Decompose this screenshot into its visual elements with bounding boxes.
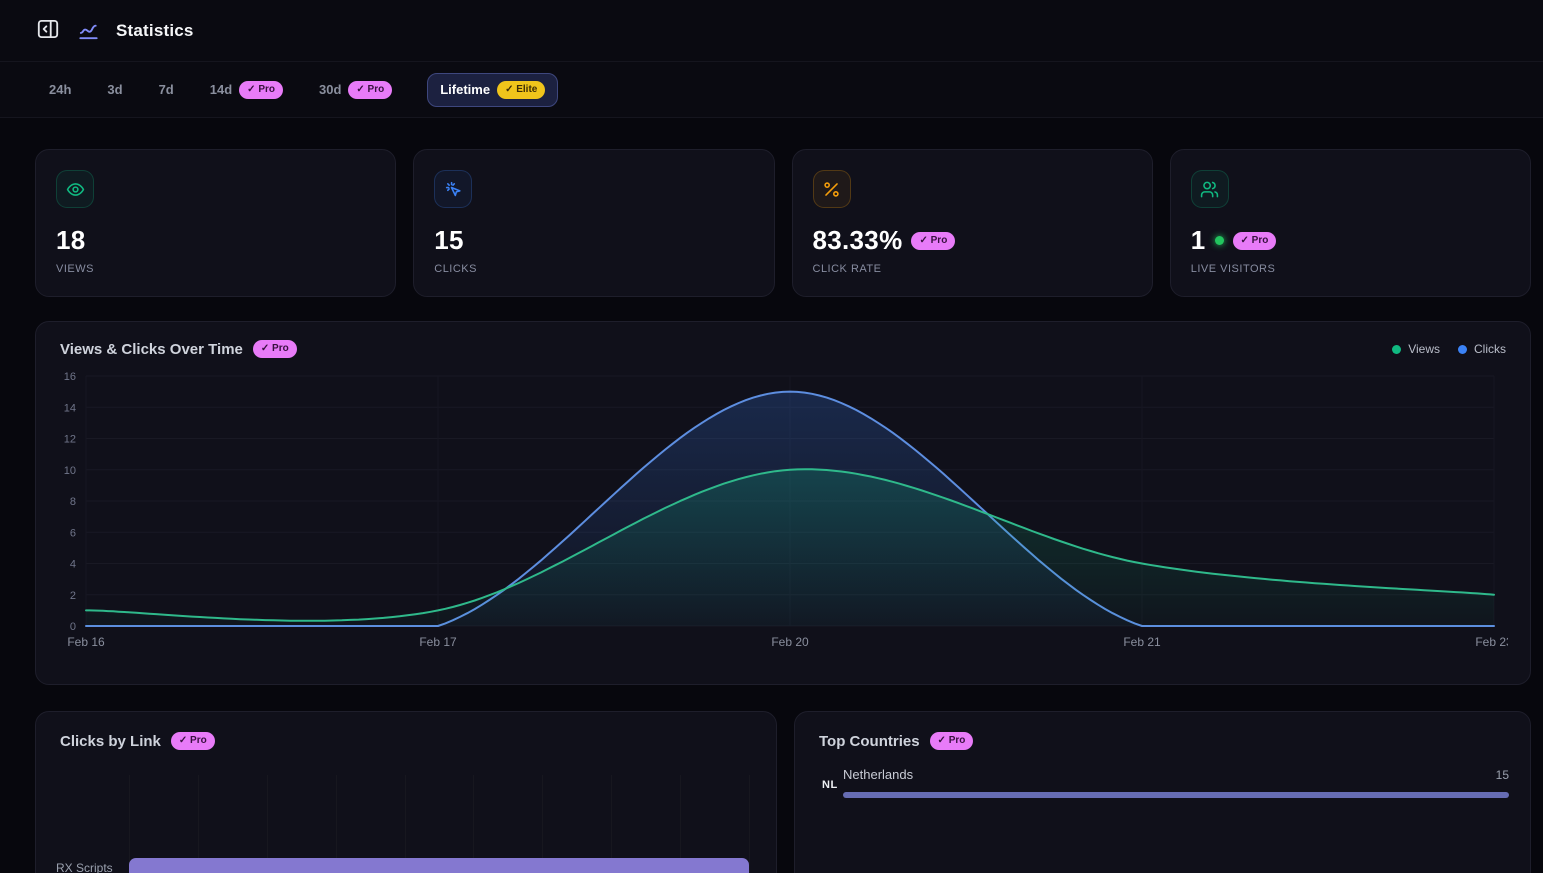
svg-text:2: 2	[70, 590, 76, 602]
time-range-label: 24h	[49, 82, 71, 97]
link-clicks-bar	[129, 858, 749, 873]
clicks-by-link-header: Clicks by Link ✓ Pro	[60, 732, 752, 750]
top-countries-card: Top Countries ✓ Pro NL Netherlands 15	[794, 711, 1531, 873]
country-bar	[843, 792, 1509, 798]
line-chart-icon	[77, 19, 100, 42]
time-range-7d[interactable]: 7d	[158, 74, 175, 105]
stat-value: 15	[434, 225, 464, 256]
chart-card-header: Views & Clicks Over Time ✓ Pro Views Clic…	[60, 340, 1506, 358]
svg-text:8: 8	[70, 496, 76, 508]
top-countries-header: Top Countries ✓ Pro	[819, 732, 1506, 750]
country-row-netherlands: NL Netherlands 15	[819, 767, 1509, 798]
country-code: NL	[822, 779, 838, 791]
time-range-lifetime[interactable]: Lifetime ✓ Elite	[427, 73, 558, 107]
cursor-click-icon	[434, 170, 472, 208]
stat-card-clicks: 15 CLICKS	[413, 149, 774, 297]
time-range-label: 3d	[107, 82, 122, 97]
legend-dot	[1392, 345, 1401, 354]
gridline	[749, 775, 750, 873]
top-countries-title: Top Countries	[819, 733, 920, 750]
pro-badge: ✓ Pro	[171, 732, 215, 750]
pro-badge: ✓ Pro	[930, 732, 974, 750]
live-indicator-dot	[1215, 236, 1224, 245]
chart-title: Views & Clicks Over Time	[60, 341, 243, 358]
time-range-tabs: 24h 3d 7d 14d ✓ Pro 30d ✓ Pro Lifetime ✓ Elite	[0, 62, 1543, 118]
time-range-14d[interactable]: 14d ✓ Pro	[209, 73, 284, 107]
pro-badge: ✓ Pro	[253, 340, 297, 358]
svg-text:14: 14	[64, 402, 76, 414]
svg-text:Feb 16: Feb 16	[67, 635, 105, 649]
clicks-by-link-title: Clicks by Link	[60, 733, 161, 750]
svg-text:16: 16	[64, 371, 76, 383]
time-range-label: Lifetime	[440, 82, 490, 97]
legend-item-clicks[interactable]: Clicks	[1458, 342, 1506, 356]
elite-badge: ✓ Elite	[497, 81, 545, 99]
page-title: Statistics	[116, 21, 194, 41]
stat-value: 1	[1191, 225, 1206, 256]
stat-label: LIVE VISITORS	[1191, 263, 1510, 275]
stat-value: 18	[56, 225, 86, 256]
bar-label-rx-scripts: RX Scripts	[56, 861, 113, 873]
gridline	[129, 775, 130, 873]
svg-text:0: 0	[70, 621, 76, 633]
stat-card-views: 18 VIEWS	[35, 149, 396, 297]
time-range-label: 7d	[159, 82, 174, 97]
stat-label: CLICK RATE	[813, 263, 1132, 275]
svg-text:Feb 23: Feb 23	[1475, 635, 1508, 649]
pro-badge: ✓ Pro	[239, 81, 283, 99]
stat-value: 83.33%	[813, 225, 903, 256]
legend-item-views[interactable]: Views	[1392, 342, 1440, 356]
stat-label: VIEWS	[56, 263, 375, 275]
chart-legend: Views Clicks	[1392, 342, 1506, 356]
legend-label: Views	[1408, 342, 1440, 356]
sidebar-toggle-button[interactable]	[35, 16, 61, 45]
clicks-by-link-card: Clicks by Link ✓ Pro RX Scripts	[35, 711, 777, 873]
users-icon	[1191, 170, 1229, 208]
eye-icon	[56, 170, 94, 208]
pro-badge: ✓ Pro	[1233, 232, 1277, 250]
time-range-30d[interactable]: 30d ✓ Pro	[318, 73, 393, 107]
time-range-3d[interactable]: 3d	[106, 74, 123, 105]
legend-label: Clicks	[1474, 342, 1506, 356]
pro-badge: ✓ Pro	[348, 81, 392, 99]
stat-card-click-rate: 83.33% ✓ Pro CLICK RATE	[792, 149, 1153, 297]
percent-icon	[813, 170, 851, 208]
time-range-label: 30d	[319, 82, 341, 97]
stat-label: CLICKS	[434, 263, 753, 275]
svg-text:Feb 21: Feb 21	[1123, 635, 1161, 649]
views-clicks-chart-card: Views & Clicks Over Time ✓ Pro Views Clic…	[35, 321, 1531, 685]
stat-card-live-visitors: 1 ✓ Pro LIVE VISITORS	[1170, 149, 1531, 297]
country-value: 15	[1496, 768, 1509, 782]
svg-text:Feb 20: Feb 20	[771, 635, 809, 649]
svg-text:6: 6	[70, 527, 76, 539]
svg-text:12: 12	[64, 434, 76, 446]
svg-text:4: 4	[70, 559, 76, 571]
views-clicks-area-chart: 0 2 4 6 8 10 12 14 16 Feb 16 Feb 17 Feb 20 Feb 21 Feb…	[60, 366, 1508, 664]
bottom-row: Clicks by Link ✓ Pro RX Scripts Top Coun…	[35, 711, 1531, 873]
statistics-page: Statistics 24h 3d 7d 14d ✓ Pro 30d ✓ Pro Lifeti…	[0, 0, 1543, 873]
panel-left-icon	[35, 16, 61, 45]
stats-row: 18 VIEWS 15 CLICKS 83.33% ✓ Pro CLICK RATE 1 ✓ P…	[35, 149, 1531, 297]
svg-text:10: 10	[64, 465, 76, 477]
main-content: 18 VIEWS 15 CLICKS 83.33% ✓ Pro CLICK RATE 1 ✓ P…	[0, 118, 1543, 873]
time-range-24h[interactable]: 24h	[48, 74, 72, 105]
country-name: Netherlands	[843, 767, 913, 782]
svg-text:Feb 17: Feb 17	[419, 635, 457, 649]
pro-badge: ✓ Pro	[911, 232, 955, 250]
time-range-label: 14d	[210, 82, 232, 97]
app-header: Statistics	[0, 0, 1543, 62]
legend-dot	[1458, 345, 1467, 354]
